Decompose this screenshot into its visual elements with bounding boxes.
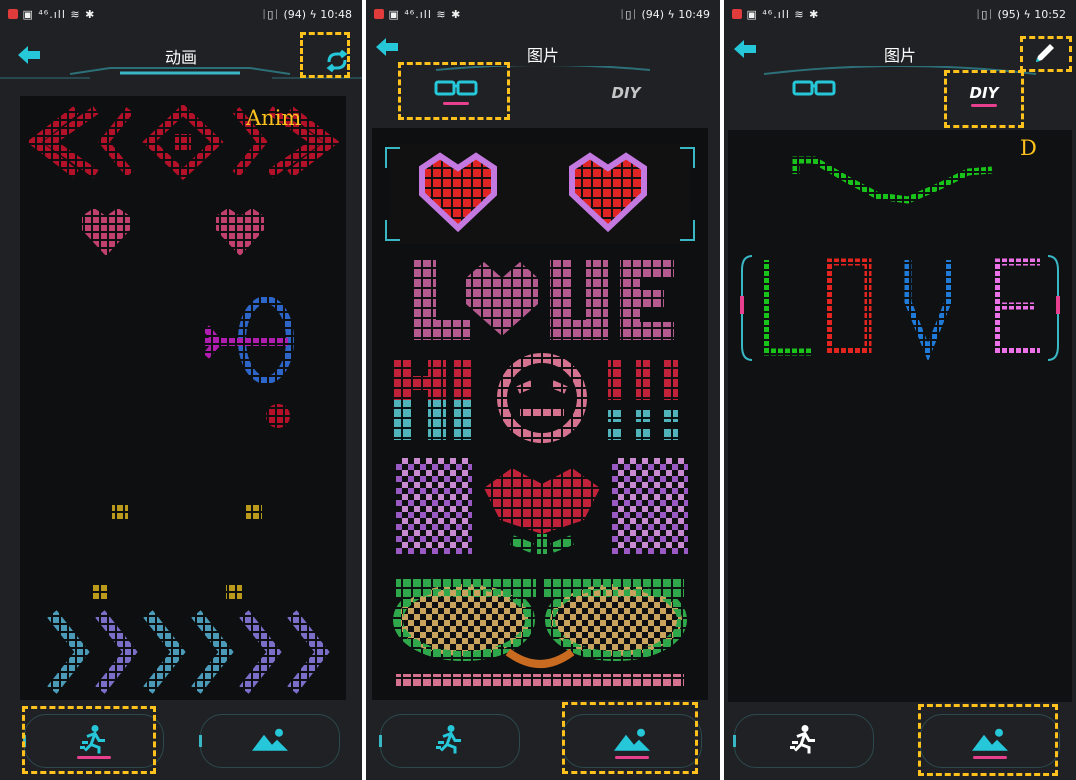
status-right: ᛁ▯ᛁ (95) ϟ 10:52 — [974, 8, 1066, 21]
tab-diy[interactable]: DIY — [586, 74, 666, 110]
nav-edge — [733, 735, 736, 747]
mountain-picture-icon — [252, 728, 288, 751]
phone-screen-diy: ▣ ⁴⁶.ıll ≋ ✱ ᛁ▯ᛁ (95) ϟ 10:52 图片 DIY D — [724, 0, 1076, 780]
highlight-nav-picture — [562, 702, 698, 774]
running-man-icon — [436, 725, 461, 754]
nav-edge — [199, 735, 202, 747]
nav-edge — [379, 735, 382, 747]
animation-preview: Anim — [20, 96, 346, 700]
status-left: ▣ ⁴⁶.ıll ≋ ✱ — [374, 8, 461, 21]
status-right: ᛁ▯ᛁ (94) ϟ 10:49 — [618, 8, 710, 21]
tab-glasses[interactable] — [774, 74, 854, 110]
highlight-tab-glasses — [398, 62, 510, 120]
nav-animation-button[interactable] — [733, 714, 874, 768]
phone-screen-animation: ▣ ⁴⁶.ıll ≋ ✱ ᛁ▯ᛁ (94) ϟ 10:48 动画 Anim — [0, 0, 362, 780]
annotation-label: D — [1020, 136, 1037, 160]
diy-pixel-art — [740, 156, 1060, 362]
nav-animation-button[interactable] — [379, 714, 520, 768]
picture-gallery — [372, 128, 708, 700]
highlight-nav-picture — [918, 704, 1058, 776]
status-bar: ▣ ⁴⁶.ıll ≋ ✱ ᛁ▯ᛁ (94) ϟ 10:48 — [0, 0, 362, 30]
running-man-icon — [790, 725, 815, 754]
record-icon — [732, 9, 742, 19]
highlight-tab-diy — [944, 70, 1024, 128]
gallery-pixel-art — [385, 144, 695, 686]
diy-canvas: D — [728, 130, 1072, 702]
bottom-nav — [0, 702, 362, 780]
status-left: ▣ ⁴⁶.ıll ≋ ✱ — [732, 8, 819, 21]
animation-pixel-art — [26, 103, 340, 694]
record-icon — [374, 9, 384, 19]
highlight-loop — [300, 32, 350, 78]
glasses-icon — [792, 80, 836, 96]
status-right: ᛁ▯ᛁ (94) ϟ 10:48 — [260, 8, 352, 21]
annotation-label: Anim — [246, 106, 302, 130]
status-left: ▣ ⁴⁶.ıll ≋ ✱ — [8, 8, 95, 21]
record-icon — [8, 9, 18, 19]
diy-label: DIY — [611, 84, 641, 102]
highlight-nav-animation — [22, 706, 156, 774]
bottom-nav — [724, 702, 1076, 780]
nav-picture-button[interactable] — [199, 714, 340, 768]
bottom-nav — [366, 702, 720, 780]
phone-screen-picture: ▣ ⁴⁶.ıll ≋ ✱ ᛁ▯ᛁ (94) ϟ 10:49 图片 DIY — [366, 0, 720, 780]
